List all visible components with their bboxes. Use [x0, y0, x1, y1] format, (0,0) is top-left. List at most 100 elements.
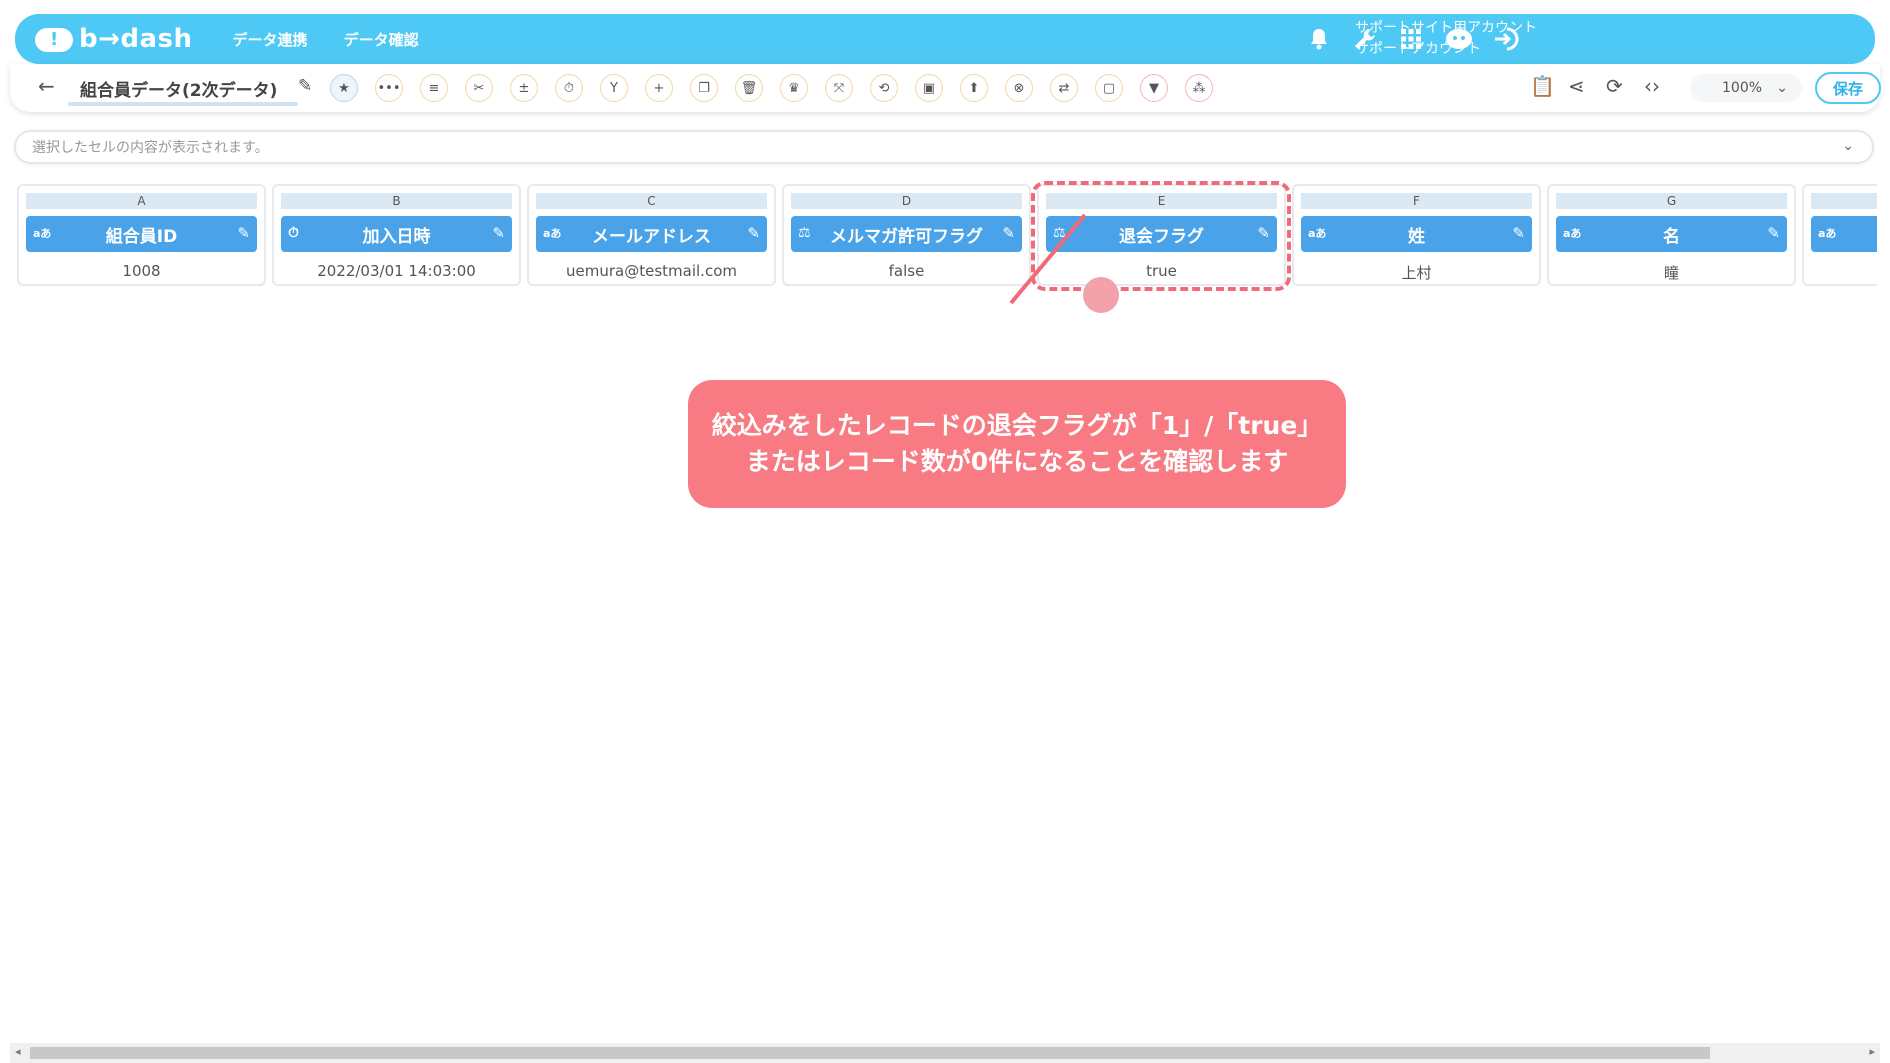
- column-card[interactable]: B ⏱ 加入日時 ✎ 2022/03/01 14:03:00: [272, 184, 521, 286]
- callout-line-2: またはレコード数が0件になることを確認します: [745, 447, 1289, 476]
- support-mascot-icon[interactable]: [1443, 23, 1475, 55]
- branch-icon[interactable]: Y: [600, 74, 628, 102]
- column-header[interactable]: aあ: [1811, 216, 1877, 252]
- logo-text: b→dash: [79, 24, 193, 54]
- grid-apps-icon[interactable]: [1395, 23, 1427, 55]
- scrollbar-thumb[interactable]: [30, 1047, 1710, 1059]
- boolean-type-icon: ⚖: [798, 225, 811, 241]
- callout-line-1: 絞込みをしたレコードの退会フラグが「1」/「true」: [711, 411, 1323, 440]
- column-header[interactable]: aあ 組合員ID ✎: [26, 216, 257, 252]
- text-type-icon: aあ: [543, 227, 562, 240]
- rename-pencil-icon[interactable]: ✎: [298, 76, 312, 96]
- column-letter: F: [1301, 193, 1532, 209]
- zoom-select[interactable]: 100% ⌄: [1690, 74, 1802, 102]
- column-name: メルマガ許可フラグ: [830, 226, 983, 247]
- repeat-icon[interactable]: ⟲: [870, 74, 898, 102]
- horizontal-scrollbar[interactable]: ◂ ▸: [10, 1043, 1880, 1063]
- edit-pencil-icon[interactable]: ✎: [1767, 224, 1780, 242]
- edit-pencil-icon[interactable]: ✎: [1512, 224, 1525, 242]
- edit-pencil-icon[interactable]: ✎: [1002, 224, 1015, 242]
- column-value[interactable]: 瞳: [1549, 262, 1794, 283]
- tools-icon[interactable]: ✂: [465, 74, 493, 102]
- export-icon[interactable]: ⬆: [960, 74, 988, 102]
- list-icon[interactable]: ≡: [420, 74, 448, 102]
- column-name: 組合員ID: [105, 226, 178, 247]
- cell-content-bar[interactable]: 選択したセルの内容が表示されます。 ⌄: [14, 130, 1874, 164]
- column-card[interactable]: F aあ 姓 ✎ 上村: [1292, 184, 1541, 286]
- column-name: 姓: [1408, 226, 1425, 247]
- document-title[interactable]: 組合員データ(2次データ): [80, 76, 277, 101]
- save-button[interactable]: 保存: [1815, 72, 1881, 104]
- datetime-type-icon: ⏱: [288, 225, 299, 241]
- column-value[interactable]: false: [784, 262, 1029, 280]
- column-name: 名: [1663, 226, 1680, 247]
- column-name: メールアドレス: [592, 226, 711, 247]
- column-header[interactable]: ⏱ 加入日時 ✎: [281, 216, 512, 252]
- scroll-right-icon[interactable]: ▸: [1869, 1045, 1875, 1058]
- timer-icon[interactable]: ⏱: [555, 74, 583, 102]
- title-underline: [68, 102, 298, 106]
- column-header[interactable]: ⚖ メルマガ許可フラグ ✎: [791, 216, 1022, 252]
- callout-box: 絞込みをしたレコードの退会フラグが「1」/「true」 またはレコード数が0件に…: [688, 380, 1346, 508]
- column-letter: D: [791, 193, 1022, 209]
- chevron-down-icon[interactable]: ⌄: [1842, 138, 1854, 154]
- lock-icon[interactable]: ▣: [915, 74, 943, 102]
- join-icon[interactable]: •••: [375, 74, 403, 102]
- text-type-icon: aあ: [33, 227, 52, 240]
- delete-icon[interactable]: 🗑: [735, 74, 763, 102]
- calculate-icon[interactable]: ±: [510, 74, 538, 102]
- crown-icon[interactable]: ♛: [780, 74, 808, 102]
- column-card[interactable]: D ⚖ メルマガ許可フラグ ✎ false: [782, 184, 1031, 286]
- column-card[interactable]: A aあ 組合員ID ✎ 1008: [17, 184, 266, 286]
- refresh-doc-icon[interactable]: ⟳: [1606, 74, 1623, 98]
- column-card[interactable]: C aあ メールアドレス ✎ uemura@testmail.com: [527, 184, 776, 286]
- column-value[interactable]: 上村: [1294, 262, 1539, 283]
- text-type-icon: aあ: [1818, 227, 1837, 240]
- share-icon[interactable]: ⋖: [1568, 74, 1585, 98]
- edit-pencil-icon[interactable]: ✎: [492, 224, 505, 242]
- logout-icon[interactable]: [1491, 23, 1523, 55]
- add-icon[interactable]: +: [645, 74, 673, 102]
- scroll-left-icon[interactable]: ◂: [15, 1045, 21, 1058]
- app-header: ! b→dash データ連携 データ確認 サポートサイト用アカウント サポートア…: [15, 14, 1875, 64]
- frame-icon[interactable]: ▢: [1095, 74, 1123, 102]
- edit-pencil-icon[interactable]: ✎: [237, 224, 250, 242]
- text-type-icon: aあ: [1308, 227, 1327, 240]
- toolbar: ← 組合員データ(2次データ) ✎ ★ ••• ≡ ✂ ± ⏱ Y + ❐ 🗑 …: [10, 64, 1881, 112]
- column-value[interactable]: 1008: [19, 262, 264, 280]
- column-header[interactable]: aあ メールアドレス ✎: [536, 216, 767, 252]
- nav-data-check[interactable]: データ確認: [344, 29, 419, 50]
- column-header[interactable]: aあ 名 ✎: [1556, 216, 1787, 252]
- edit-pencil-icon[interactable]: ✎: [747, 224, 760, 242]
- column-letter: C: [536, 193, 767, 209]
- cell-content-placeholder: 選択したセルの内容が表示されます。: [32, 140, 269, 156]
- column-card[interactable]: G aあ 名 ✎ 瞳: [1547, 184, 1796, 286]
- bell-icon[interactable]: [1303, 23, 1335, 55]
- back-arrow-icon[interactable]: ←: [38, 74, 55, 98]
- close-circle-icon[interactable]: ⊗: [1005, 74, 1033, 102]
- logo[interactable]: ! b→dash: [35, 24, 193, 54]
- column-header[interactable]: aあ 姓 ✎: [1301, 216, 1532, 252]
- column-value[interactable]: 2022/03/01 14:03:00: [274, 262, 519, 280]
- wrench-icon[interactable]: [1349, 23, 1381, 55]
- favorite-star-icon[interactable]: ★: [330, 74, 358, 102]
- column-value[interactable]: uemura@testmail.com: [529, 262, 774, 280]
- column-letter: A: [26, 193, 257, 209]
- column-card[interactable]: aあ: [1802, 184, 1877, 286]
- callout-pointer-dot: [1083, 277, 1119, 313]
- expand-icon[interactable]: ⤧: [825, 74, 853, 102]
- column-letter: G: [1556, 193, 1787, 209]
- zoom-value: 100%: [1722, 80, 1763, 96]
- nav-data-integration[interactable]: データ連携: [233, 29, 308, 50]
- filter-icon[interactable]: ▼: [1140, 74, 1168, 102]
- chevron-down-icon: ⌄: [1776, 80, 1788, 96]
- column-letter: B: [281, 193, 512, 209]
- copy-icon[interactable]: ❐: [690, 74, 718, 102]
- highlight-frame: [1031, 181, 1291, 291]
- logo-cloud-icon: !: [35, 24, 75, 54]
- replace-icon[interactable]: ⇄: [1050, 74, 1078, 102]
- text-type-icon: aあ: [1563, 227, 1582, 240]
- code-icon[interactable]: ‹›: [1644, 74, 1660, 98]
- dedupe-icon[interactable]: ⁂: [1185, 74, 1213, 102]
- clipboard-icon[interactable]: 📋: [1530, 74, 1555, 98]
